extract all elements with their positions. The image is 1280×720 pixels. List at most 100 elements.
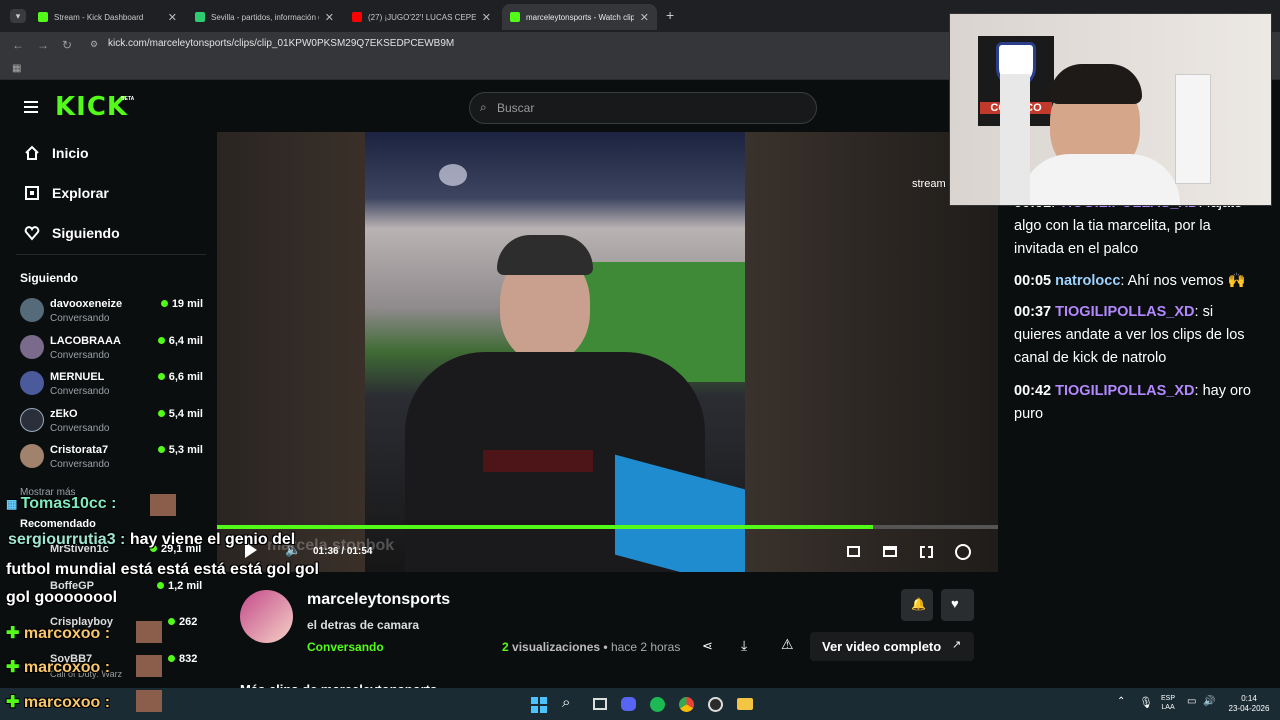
overlay-chat-line: ▦ Tomas10cc :	[6, 495, 117, 512]
fullscreen-icon[interactable]	[920, 546, 933, 558]
progress-fill	[217, 525, 874, 529]
start-icon[interactable]	[531, 697, 547, 713]
youtube-favicon-icon	[352, 12, 362, 22]
avatar	[20, 408, 44, 432]
live-dot-icon	[157, 373, 165, 380]
overlay-chat-line: sergiourrutia3 : hay viene el genio del	[8, 531, 296, 548]
pip-icon[interactable]	[847, 546, 860, 557]
progress-track[interactable]	[217, 525, 998, 529]
live-dot-icon	[168, 618, 175, 625]
jersey-sponsor	[483, 450, 593, 472]
windows-taskbar: ⌕ ⌃ 🎙 ESP LAA ▭ 🔊 0:14 23-04-2026	[0, 688, 1280, 720]
plus-icon[interactable]: +	[666, 7, 674, 23]
spotify-icon[interactable]	[650, 697, 665, 712]
nav-item-siguiendo[interactable]: Siguiendo	[24, 225, 120, 241]
search-box[interactable]: ⌕ Buscar	[469, 92, 817, 124]
separator-dot: •	[603, 640, 611, 654]
streamer-hair	[1050, 64, 1142, 104]
person-cap	[497, 235, 593, 275]
chair	[1000, 74, 1030, 205]
discord-icon[interactable]	[621, 697, 636, 711]
menu-icon[interactable]	[24, 101, 38, 113]
close-tab-icon[interactable]: ✕	[168, 11, 177, 24]
following-item[interactable]: zEkO Conversando 5,4 mil	[20, 406, 205, 440]
following-heading: Siguiendo	[20, 271, 78, 285]
chat-message: 00:05 natrolocc: Ahí nos vemos 🙌	[1014, 273, 1246, 289]
channel-avatar[interactable]	[240, 590, 293, 643]
speed-icon[interactable]	[955, 544, 971, 560]
emote-icon	[150, 494, 176, 516]
theater-icon[interactable]	[883, 546, 897, 557]
report-icon[interactable]: ⚠	[781, 636, 794, 653]
stream-logo: stream	[912, 178, 946, 190]
search-icon[interactable]: ⌕	[562, 694, 570, 711]
live-dot-icon	[168, 655, 175, 662]
browser-tab[interactable]: Sevilla - partidos, información de ✕	[187, 4, 342, 30]
follow-button[interactable]: ♥	[941, 589, 974, 621]
browser-tab-active[interactable]: marceleytonsports - Watch clip ✕	[502, 4, 657, 30]
search-placeholder: Buscar	[497, 101, 535, 115]
reload-icon[interactable]: ↻	[62, 38, 72, 52]
home-icon	[25, 145, 39, 160]
obs-icon[interactable]	[708, 697, 723, 712]
task-view-icon[interactable]	[593, 698, 607, 710]
following-item[interactable]: MERNUEL Conversando 6,6 mil	[20, 369, 205, 403]
direct-banner	[615, 454, 745, 572]
nav-item-inicio[interactable]: Inicio	[24, 145, 89, 161]
browser-tab[interactable]: (27) ¡JUGO'22'! LUCAS CEPEDA HOY ✕	[344, 4, 499, 30]
chrome-icon[interactable]	[679, 697, 694, 712]
tray-chevron-icon[interactable]: ⌃	[1117, 696, 1125, 707]
video-player[interactable]: 🔈 01:36 / 01:54 marcela stonbok stream	[217, 132, 998, 572]
badge-icon: ✚	[6, 659, 24, 676]
channel-name[interactable]: marceleytonsports	[307, 591, 450, 609]
live-dot-icon	[160, 300, 168, 307]
clock[interactable]: 0:14 23-04-2026	[1224, 694, 1274, 714]
viewer-count: 5,4 mil	[157, 408, 203, 420]
tab-search-button[interactable]: ▾	[10, 9, 26, 23]
viewer-count: 6,6 mil	[157, 371, 203, 383]
live-dot-icon	[157, 410, 165, 417]
heart-icon	[24, 226, 40, 241]
badge-icon: ✚	[6, 625, 24, 642]
view-count: 2 visualizaciones • hace 2 horas	[502, 640, 681, 654]
share-icon[interactable]: ⋖	[702, 638, 713, 654]
notify-button[interactable]: 🔔	[901, 589, 933, 621]
following-item[interactable]: Cristorata7 Conversando 5,3 mil	[20, 442, 205, 476]
mic-icon[interactable]: 🎙	[1139, 696, 1153, 709]
clip-category[interactable]: Conversando	[307, 640, 384, 654]
nav-item-explorar[interactable]: Explorar	[24, 185, 109, 201]
site-info-icon[interactable]: ⚙	[90, 39, 98, 50]
chat-message: 00:37 TIOGILIPOLLAS_XD: si quieres andat…	[1014, 304, 1245, 366]
language-indicator[interactable]: ESP LAA	[1161, 694, 1175, 712]
stadium-light	[439, 164, 467, 186]
network-icon[interactable]: ▭	[1187, 696, 1196, 707]
viewer-count: 19 mil	[160, 298, 203, 310]
folder-icon[interactable]	[737, 698, 753, 710]
kick-favicon-icon	[38, 12, 48, 22]
following-item[interactable]: LACOBRAAA Conversando 6,4 mil	[20, 333, 205, 367]
browser-tab[interactable]: Stream - Kick Dashboard ✕	[30, 4, 185, 30]
close-tab-icon[interactable]: ✕	[325, 11, 334, 24]
avatar	[20, 335, 44, 359]
overlay-chat-line: ✚ marcoxoo :	[6, 625, 111, 642]
following-item[interactable]: davooxeneize Conversando 19 mil	[20, 296, 205, 330]
avatar	[20, 298, 44, 322]
viewer-count: 5,3 mil	[157, 444, 203, 456]
full-video-button[interactable]: Ver video completo ↗	[810, 632, 974, 661]
overlay-chat-line: ✚ marcoxoo :	[6, 659, 111, 676]
apps-grid-icon[interactable]: ▦	[12, 63, 21, 74]
live-dot-icon	[157, 446, 165, 453]
avatar	[20, 444, 44, 468]
back-icon[interactable]: ←	[12, 38, 24, 52]
close-tab-icon[interactable]: ✕	[640, 11, 649, 24]
volume-icon[interactable]: 🔊	[1203, 696, 1215, 707]
overlay-chat-line: ✚ marcoxoo :	[6, 694, 111, 711]
close-tab-icon[interactable]: ✕	[482, 11, 491, 24]
address-bar[interactable]: kick.com/marceleytonsports/clips/clip_01…	[108, 38, 454, 49]
kick-favicon-icon	[510, 12, 520, 22]
chat-message: 00:42 TIOGILIPOLLAS_XD: hay oro puro	[1014, 383, 1251, 422]
sidebar-divider	[16, 254, 206, 255]
kick-logo[interactable]: KICK	[55, 92, 128, 122]
forward-icon[interactable]: →	[37, 38, 49, 52]
download-icon[interactable]: ⤓	[741, 637, 747, 654]
